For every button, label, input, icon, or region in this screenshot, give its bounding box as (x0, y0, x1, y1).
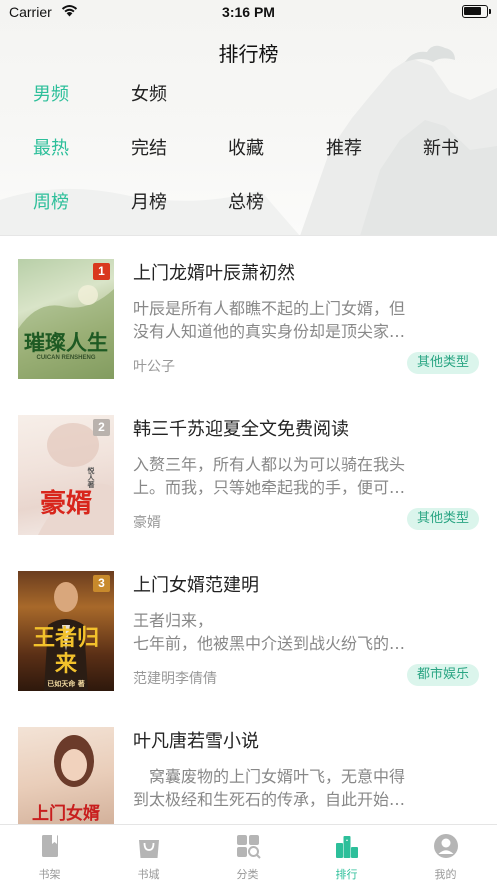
rank-badge: 2 (93, 419, 110, 436)
profile-icon (433, 834, 458, 858)
clock: 3:16 PM (222, 4, 275, 20)
filter-sort-favorites[interactable]: 收藏 (228, 134, 264, 160)
tab-ranking[interactable]: 排行 (297, 825, 396, 883)
battery-icon (462, 5, 491, 18)
tab-profile[interactable]: 我的 (396, 825, 495, 883)
cover-title: 璀璨人生 (24, 330, 108, 355)
page-title: 排行榜 (218, 42, 279, 66)
filter-sort-recommended[interactable]: 推荐 (326, 134, 362, 160)
header-divider (0, 235, 497, 236)
rank-badge: 1 (93, 263, 110, 280)
list-item[interactable]: 1 璀璨人生 CUICAN RENSHENG 上门龙婿叶辰萧初然 叶辰是所有人都… (0, 259, 497, 389)
filter-gender-male[interactable]: 男频 (33, 80, 69, 106)
category-grid-icon (236, 835, 261, 859)
book-cover: 1 璀璨人生 CUICAN RENSHENG (18, 259, 114, 379)
status-bar: Carrier 3:16 PM (0, 0, 497, 26)
book-title: 叶凡唐若雪小说 (133, 731, 259, 752)
cover-subtitle: 悦人著 (87, 467, 96, 488)
shopping-bag-icon (138, 840, 159, 858)
book-description: 入赘三年，所有人都以为可以骑在我头 上。而我，只等她牵起我的手，便可… (133, 453, 451, 499)
filter-sort-new[interactable]: 新书 (423, 134, 459, 160)
book-author: 范建明李倩倩 (133, 671, 217, 687)
description-line: 王者归来， (133, 611, 214, 630)
sort-filter: 最热 完结 收藏 推荐 新书 (0, 134, 497, 168)
book-description: 王者归来， 七年前，他被黑中介送到战火纷飞的… (133, 609, 451, 655)
description-line: 上。而我，只等她牵起我的手，便可… (133, 478, 406, 497)
book-description: 窝囊废物的上门女婿叶飞，无意中得 到太极经和生死石的传承，自此开始… (133, 765, 451, 811)
book-title: 上门女婿范建明 (133, 575, 259, 596)
list-item[interactable]: 2 豪婿 悦人著 韩三千苏迎夏全文免费阅读 入赘三年，所有人都以为可以骑在我头 … (0, 415, 497, 545)
description-line: 入赘三年，所有人都以为可以骑在我头 (133, 455, 406, 474)
tab-label: 书城 (137, 868, 160, 881)
cover-subtitle: 已如天命 著 (47, 679, 85, 688)
tab-store[interactable]: 书城 (99, 825, 198, 883)
cover-subtitle: CUICAN RENSHENG (36, 355, 96, 361)
filter-period-week[interactable]: 周榜 (33, 188, 69, 214)
book-author: 豪婿 (133, 515, 161, 531)
description-line: 窝囊废物的上门女婿叶飞，无意中得 (133, 767, 406, 786)
tab-label: 书架 (38, 868, 61, 881)
book-cover: 2 豪婿 悦人著 (18, 415, 114, 535)
book-title: 韩三千苏迎夏全文免费阅读 (133, 419, 349, 440)
description-line: 七年前，他被黑中介送到战火纷飞的… (133, 634, 406, 653)
filter-sort-hot[interactable]: 最热 (33, 134, 69, 160)
description-line: 到太极经和生死石的传承，自此开始… (133, 790, 406, 809)
list-item[interactable]: 3 王者归来 已如天命 著 上门女婿范建明 王者归来， 七年前，他被黑中介送到战… (0, 571, 497, 701)
description-line: 叶辰是所有人都瞧不起的上门女婿，但 (133, 299, 406, 318)
cover-title: 豪婿 (39, 489, 92, 519)
book-cover: 3 王者归来 已如天命 著 (18, 571, 114, 691)
tab-bookshelf[interactable]: 书架 (0, 825, 99, 883)
cover-title: 王者归来 (32, 625, 99, 677)
filter-period-month[interactable]: 月榜 (131, 188, 167, 214)
ranking-icon (335, 836, 358, 858)
book-title: 上门龙婿叶辰萧初然 (133, 263, 295, 284)
tab-label: 分类 (236, 868, 259, 881)
book-description: 叶辰是所有人都瞧不起的上门女婿，但 没有人知道他的真实身份却是顶尖家… (133, 297, 451, 343)
filter-period-total[interactable]: 总榜 (228, 188, 264, 214)
genre-tag: 其他类型 (406, 508, 479, 530)
period-filter: 周榜 月榜 总榜 (0, 188, 497, 222)
gender-filter: 男频 女频 (0, 80, 497, 114)
tab-bar: 书架 书城 分类 排行 我的 (0, 824, 497, 883)
genre-tag: 其他类型 (406, 352, 479, 374)
filter-gender-female[interactable]: 女频 (131, 80, 167, 106)
book-author: 叶公子 (133, 359, 175, 375)
tab-label: 排行 (335, 868, 358, 881)
description-line: 没有人知道他的真实身份却是顶尖家… (133, 322, 406, 341)
cover-title: 上门女婿 (32, 804, 100, 824)
filter-sort-finished[interactable]: 完结 (131, 134, 167, 160)
rank-badge: 3 (93, 575, 110, 592)
tab-label: 我的 (434, 868, 457, 881)
tab-category[interactable]: 分类 (198, 825, 297, 883)
genre-tag: 都市娱乐 (406, 664, 479, 686)
bookshelf-icon (41, 835, 58, 857)
